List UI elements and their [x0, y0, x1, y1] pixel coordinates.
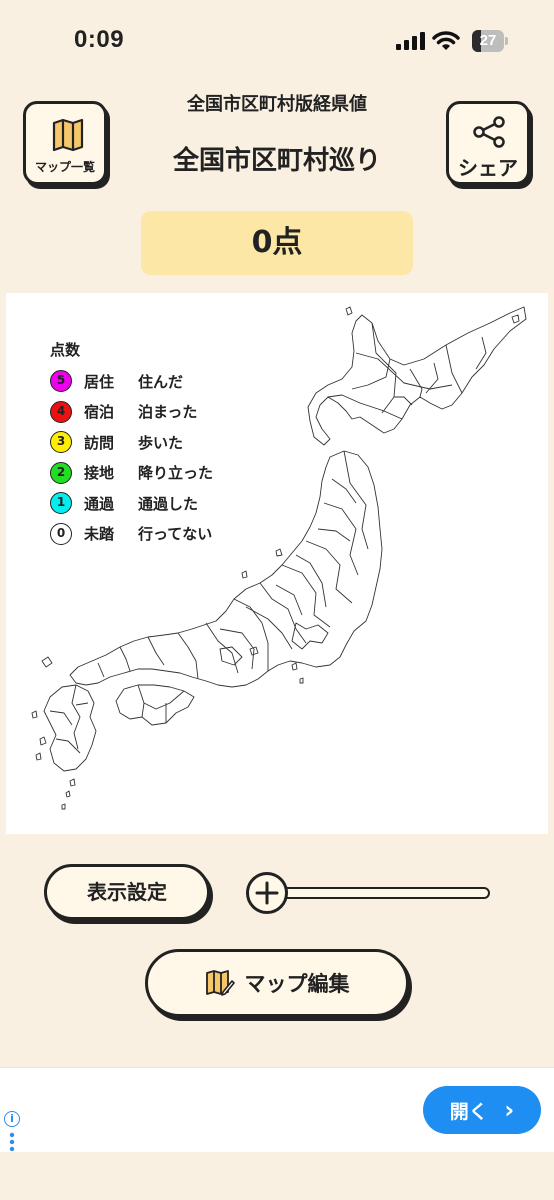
legend-level: 居住	[84, 372, 115, 391]
ad-open-button[interactable]: 開く ›	[423, 1086, 541, 1134]
legend-description: 住んだ	[138, 372, 184, 391]
legend-points-badge: 0	[50, 522, 72, 545]
legend-row: 5 居住 住んだ	[50, 366, 248, 397]
share-label: シェア	[458, 156, 518, 180]
ad-info-icon[interactable]: i	[4, 1111, 20, 1127]
cellular-signal-icon	[396, 32, 425, 50]
battery-icon: 27	[472, 30, 508, 52]
legend-points-badge: 3	[50, 431, 72, 454]
legend-row: 1 通過 通過した	[50, 488, 248, 519]
legend-level: 宿泊	[84, 403, 115, 422]
status-time: 0:09	[74, 26, 125, 53]
legend-points-badge: 5	[50, 370, 72, 393]
legend-description: 降り立った	[138, 464, 214, 483]
map-list-label: マップ一覧	[34, 160, 95, 174]
share-button[interactable]: シェア	[446, 101, 530, 185]
score-legend: 点数 5 居住 住んだ 4 宿泊 泊まった 3 訪問 歩いた 2 接地 降り立った 1 通過 通過した 0 未踏…	[50, 339, 248, 549]
legend-description: 泊まった	[138, 403, 198, 422]
ad-open-label: 開く	[449, 1101, 488, 1123]
share-icon	[473, 116, 505, 148]
legend-level: 未踏	[84, 525, 115, 544]
legend-row: 2 接地 降り立った	[50, 458, 248, 489]
legend-points-badge: 1	[50, 492, 72, 515]
wifi-icon	[432, 31, 460, 50]
legend-description: 行ってない	[138, 525, 213, 544]
map-edit-label: マップ編集	[244, 972, 350, 996]
legend-description: 通過した	[138, 494, 199, 513]
map-edit-button[interactable]: マップ編集	[145, 949, 409, 1017]
battery-percent: 27	[479, 32, 497, 49]
folded-map-icon	[52, 118, 84, 152]
japan-map-panel[interactable]: 点数 5 居住 住んだ 4 宿泊 泊まった 3 訪問 歩いた 2 接地 降り立った 1 通過 通過した 0 未踏…	[6, 293, 548, 834]
legend-row: 0 未踏 行ってない	[50, 519, 248, 550]
display-settings-button[interactable]: 表示設定	[44, 864, 210, 920]
legend-points-badge: 4	[50, 400, 72, 423]
map-list-button[interactable]: マップ一覧	[23, 101, 107, 185]
legend-points-badge: 2	[50, 461, 72, 484]
legend-row: 4 宿泊 泊まった	[50, 397, 248, 428]
ad-options-icon[interactable]	[9, 1132, 15, 1152]
legend-title: 点数	[50, 341, 81, 359]
shikoku-region	[115, 684, 195, 726]
score-display: 0点	[141, 211, 413, 275]
chevron-right-icon: ›	[504, 1096, 515, 1124]
legend-description: 歩いた	[138, 433, 184, 452]
kyushu-region	[43, 684, 97, 772]
legend-level: 通過	[84, 494, 115, 513]
ad-banner[interactable]: i 開く ›	[0, 1067, 554, 1152]
legend-level: 接地	[84, 464, 115, 483]
status-bar: 0:09 27	[0, 0, 554, 80]
zoom-slider[interactable]	[246, 872, 492, 914]
map-edit-icon	[205, 970, 235, 996]
legend-level: 訪問	[84, 433, 115, 452]
zoom-slider-track[interactable]	[270, 887, 490, 899]
plus-icon	[255, 881, 279, 905]
zoom-slider-handle[interactable]	[246, 872, 288, 914]
hokkaido-region	[307, 306, 527, 446]
legend-row: 3 訪問 歩いた	[50, 427, 248, 458]
